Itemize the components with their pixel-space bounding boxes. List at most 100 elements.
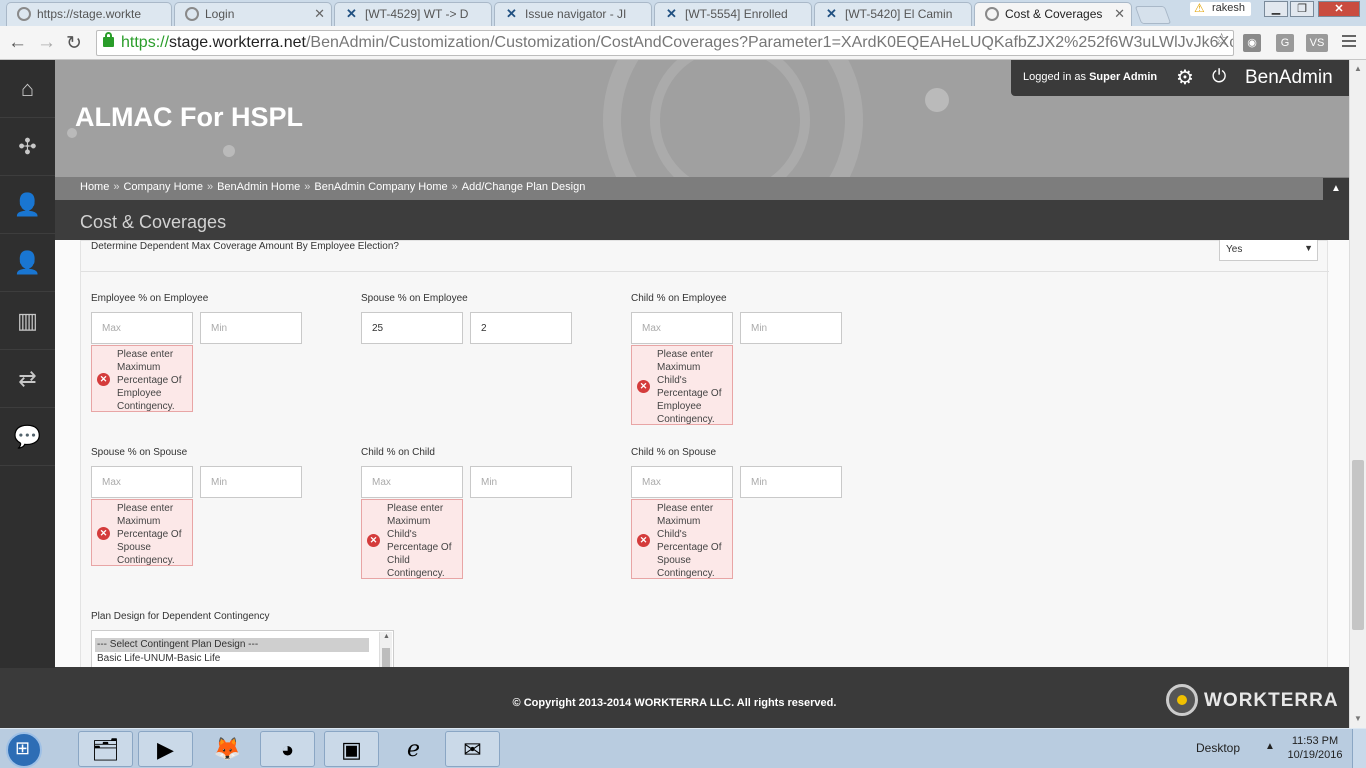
child-on-spouse-max-input[interactable]: Max (631, 466, 733, 498)
employee-on-employee-max-input[interactable]: Max (91, 312, 193, 344)
child-on-employee-max-input[interactable]: Max (631, 312, 733, 344)
listbox-scrollbar[interactable]: ▲ (379, 632, 392, 667)
child-on-child-min-input[interactable]: Min (470, 466, 572, 498)
spouse-on-spouse-max-input[interactable]: Max (91, 466, 193, 498)
child-on-spouse-min-input[interactable]: Min (740, 466, 842, 498)
start-button[interactable] (6, 732, 42, 768)
browser-tab[interactable]: ✕ Issue navigator - JI (494, 2, 652, 26)
tab-title: [WT-5420] El Camin (845, 7, 953, 21)
browser-tab-active[interactable]: Cost & Coverages ✕ (974, 2, 1132, 26)
extension-g-icon[interactable]: G (1276, 34, 1294, 52)
jira-icon: ✕ (506, 6, 517, 21)
error-icon: ✕ (97, 527, 110, 540)
forward-icon[interactable]: → (37, 32, 56, 54)
breadcrumb-company-home[interactable]: Company Home (123, 181, 202, 193)
logged-in-text: Logged in as Super Admin (1023, 71, 1157, 83)
restore-button[interactable]: ❐ (1290, 1, 1314, 17)
chrome-icon[interactable]: ◕ (260, 731, 315, 767)
new-tab-button[interactable] (1134, 6, 1172, 24)
breadcrumb-home[interactable]: Home (80, 181, 109, 193)
profile-user: rakesh (1212, 2, 1246, 14)
workterra-logo-mark (1166, 684, 1198, 716)
browser-tab[interactable]: https://stage.workte (6, 2, 172, 26)
bar-chart-icon[interactable]: ▥ (0, 292, 55, 350)
list-option[interactable]: Basic Life-UNUM-Basic Life (92, 652, 393, 666)
remote-app-icon[interactable]: ▣ (324, 731, 379, 767)
banner-decoration (925, 88, 949, 112)
breadcrumb-current[interactable]: Add/Change Plan Design (462, 181, 586, 193)
scroll-up-icon[interactable]: ▲ (383, 633, 390, 640)
employee-on-employee-min-input[interactable]: Min (200, 312, 302, 344)
camera-icon[interactable]: ◉ (1243, 34, 1261, 52)
breadcrumb-benadmin-home[interactable]: BenAdmin Home (217, 181, 300, 193)
reload-icon[interactable]: ↻ (66, 32, 82, 55)
tab-title: [WT-4529] WT -> D (365, 7, 469, 21)
collapse-header-button[interactable]: ▲ (1323, 178, 1349, 200)
firefox-icon[interactable]: 🦊 (200, 731, 255, 767)
page-scrollbar[interactable]: ▲ ▼ (1349, 60, 1366, 728)
tab-title: [WT-5554] Enrolled (685, 7, 788, 21)
tray-expand-icon[interactable]: ▲ (1265, 741, 1275, 752)
copyright-text: © Copyright 2013-2014 WORKTERRA LLC. All… (512, 697, 837, 709)
error-icon: ✕ (367, 534, 380, 547)
close-window-button[interactable]: ✕ (1318, 1, 1360, 17)
clock-time: 11:53 PM (1291, 735, 1339, 747)
browser-tab[interactable]: ✕ [WT-5420] El Camin (814, 2, 972, 26)
scroll-up-icon[interactable]: ▲ (1354, 64, 1362, 73)
breadcrumb-separator: » (206, 181, 214, 193)
media-player-icon[interactable]: ▶ (138, 731, 193, 767)
puzzle-icon[interactable]: ✣ (0, 118, 55, 176)
system-clock[interactable]: 11:53 PM 10/19/2016 (1284, 734, 1346, 762)
internet-explorer-icon[interactable]: ℯ (386, 731, 441, 767)
home-icon[interactable]: ⌂ (0, 60, 55, 118)
placeholder: Min (751, 323, 768, 334)
spouse-on-employee-min-input[interactable]: 2 (470, 312, 572, 344)
transfer-icon[interactable]: ⇄ (0, 350, 55, 408)
desktop-toolbar-label[interactable]: Desktop (1196, 741, 1240, 755)
show-desktop-button[interactable] (1352, 729, 1366, 768)
section-header: Cost & Coverages (55, 200, 1349, 240)
back-icon[interactable]: ← (8, 32, 27, 54)
jira-icon: ✕ (346, 6, 357, 21)
bookmark-star-icon[interactable]: ☆ (1214, 30, 1229, 50)
outlook-icon[interactable]: ✉ (445, 731, 500, 767)
browser-tab[interactable]: ✕ [WT-5554] Enrolled (654, 2, 812, 26)
breadcrumb-benadmin-company-home[interactable]: BenAdmin Company Home (314, 181, 447, 193)
main-content: Determine Dependent Max Coverage Amount … (55, 240, 1349, 667)
spouse-on-employee-max-input[interactable]: 25 (361, 312, 463, 344)
gear-icon[interactable]: ⚙ (1176, 65, 1194, 90)
url-scheme: https:// (121, 34, 170, 51)
url-field[interactable]: https://stage.workterra.net/BenAdmin/Cus… (96, 30, 1234, 56)
workterra-logo-text: WORKTERRA (1204, 690, 1339, 711)
scroll-down-icon[interactable]: ▼ (1354, 714, 1362, 723)
child-on-employee-min-input[interactable]: Min (740, 312, 842, 344)
user-icon[interactable]: 👤 (0, 234, 55, 292)
coverage-election-select[interactable]: Yes ▼ (1219, 240, 1318, 261)
logged-in-user[interactable]: Super Admin (1089, 71, 1157, 83)
error-text: Please enter Maximum Child's Percentage … (387, 503, 452, 579)
spouse-on-spouse-min-input[interactable]: Min (200, 466, 302, 498)
profile-chip[interactable]: ⚠ rakesh (1190, 1, 1252, 16)
close-tab-icon[interactable]: ✕ (1114, 6, 1125, 22)
list-option-selected[interactable]: --- Select Contingent Plan Design --- (95, 638, 369, 652)
browser-tab[interactable]: ✕ [WT-4529] WT -> D (334, 2, 492, 26)
close-tab-icon[interactable]: ✕ (314, 6, 325, 22)
jira-icon: ✕ (826, 6, 837, 21)
child-on-child-max-input[interactable]: Max (361, 466, 463, 498)
user-star-icon[interactable]: 👤 (0, 176, 55, 234)
file-explorer-icon[interactable]: 🗂 (78, 731, 133, 767)
chat-icon[interactable]: 💬 (0, 408, 55, 466)
browser-menu-icon[interactable] (1342, 35, 1356, 50)
placeholder: Max (102, 477, 121, 488)
breadcrumb-separator: » (304, 181, 311, 193)
select-value: Yes (1226, 244, 1243, 255)
plan-design-label: Plan Design for Dependent Contingency (91, 611, 270, 622)
extension-vs-icon[interactable]: VS (1306, 34, 1328, 52)
plan-design-listbox[interactable]: --- Select Contingent Plan Design --- Ba… (91, 630, 394, 667)
input-value: 25 (372, 323, 384, 334)
user-box: Logged in as Super Admin ⚙ ⏻ BenAdmin (1011, 60, 1349, 96)
browser-tab[interactable]: Login ✕ (174, 2, 332, 26)
scrollbar-thumb[interactable] (1352, 460, 1364, 630)
power-icon[interactable]: ⏻ (1212, 66, 1226, 87)
minimize-button[interactable]: ▁ (1264, 1, 1288, 17)
